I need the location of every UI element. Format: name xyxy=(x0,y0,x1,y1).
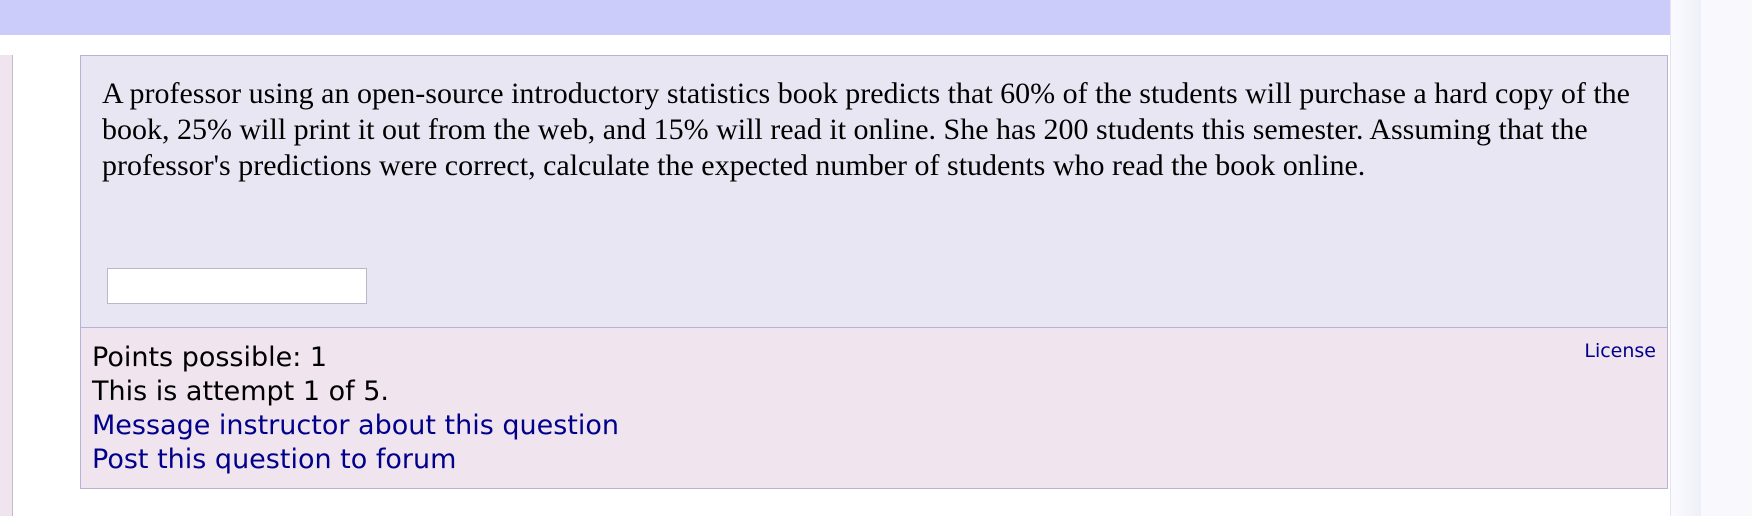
post-to-forum-link[interactable]: Post this question to forum xyxy=(92,443,619,477)
attempt-info: This is attempt 1 of 5. xyxy=(92,376,389,407)
message-instructor-link[interactable]: Message instructor about this question xyxy=(92,409,619,443)
points-possible: Points possible: 1 xyxy=(92,342,328,373)
page: A professor using an open-source introdu… xyxy=(0,0,1752,516)
question-box: A professor using an open-source introdu… xyxy=(80,55,1668,328)
left-side-panel xyxy=(0,55,13,516)
license-link[interactable]: License xyxy=(1584,340,1656,362)
right-scrollbar-gutter[interactable] xyxy=(1670,0,1752,516)
question-footer: Points possible: 1 This is attempt 1 of … xyxy=(80,328,1668,489)
question-info: Points possible: 1 This is attempt 1 of … xyxy=(92,341,619,477)
answer-input[interactable] xyxy=(107,268,367,304)
scrollbar-track[interactable] xyxy=(1670,0,1701,516)
question-text: A professor using an open-source introdu… xyxy=(102,77,1630,182)
top-header-band xyxy=(0,0,1670,35)
